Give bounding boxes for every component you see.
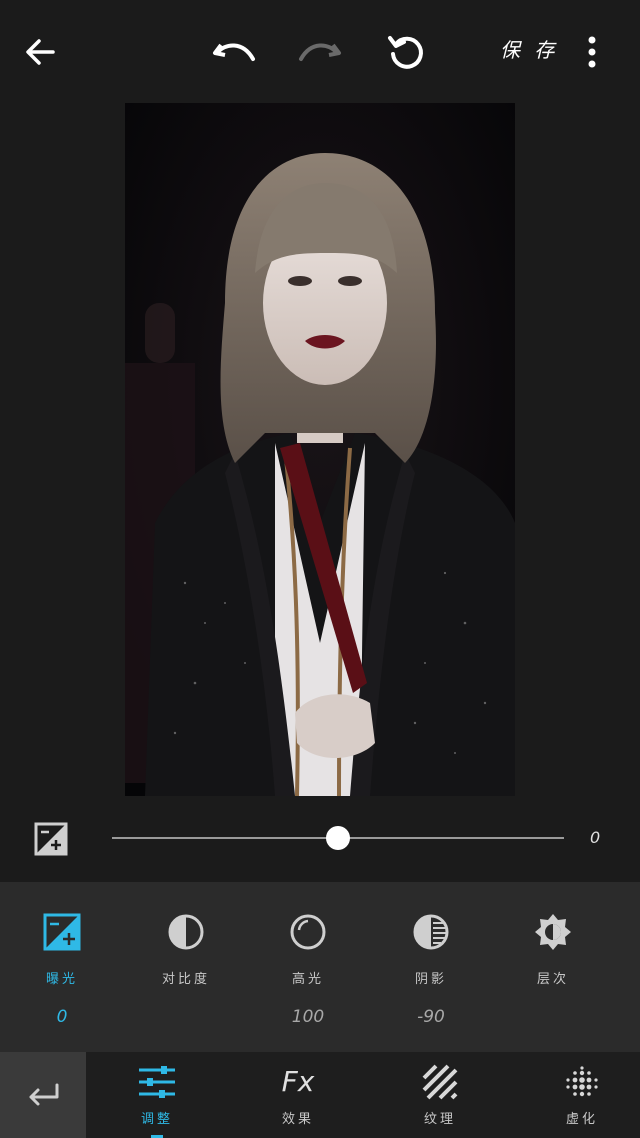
tool-label: 对比度	[161, 972, 210, 987]
tool-label: 曝光	[45, 972, 78, 987]
tab-texture[interactable]: 纹理	[385, 1052, 495, 1138]
redo-icon[interactable]	[296, 32, 344, 72]
tool-label: 层次	[536, 972, 569, 987]
bottom-nav: 调整 Fx 效果 纹理 虚化	[0, 1052, 640, 1138]
slider-handle[interactable]	[326, 826, 350, 850]
tool-label: 阴影	[414, 972, 447, 987]
undo-icon[interactable]	[210, 32, 258, 72]
photo-canvas[interactable]	[125, 103, 515, 796]
reset-icon[interactable]	[384, 30, 428, 74]
return-icon	[29, 1083, 59, 1106]
return-button[interactable]	[0, 1052, 86, 1138]
slider-value: 0	[590, 828, 601, 847]
exposure-icon	[43, 913, 81, 951]
adjustment-slider-row: 0	[0, 810, 640, 870]
tool-shadows[interactable]: 阴影 -90	[381, 912, 481, 1029]
tool-highlights[interactable]: 高光 100	[258, 912, 358, 1029]
contrast-icon	[168, 914, 204, 950]
fx-icon: Fx	[281, 1065, 315, 1098]
save-button[interactable]: 保 存	[500, 34, 558, 63]
tool-value: 100	[291, 1007, 325, 1027]
sliders-icon	[139, 1066, 175, 1098]
highlights-icon	[290, 914, 326, 950]
tab-effects[interactable]: Fx 效果	[243, 1052, 353, 1138]
tab-label: 调整	[140, 1112, 173, 1127]
tab-adjust[interactable]: 调整	[102, 1052, 212, 1138]
tool-levels[interactable]: 层次	[503, 912, 603, 1029]
brightness-icon	[535, 914, 571, 950]
tool-label: 高光	[291, 972, 324, 987]
tool-contrast[interactable]: 对比度	[136, 912, 236, 1029]
blur-dots-icon	[566, 1066, 598, 1097]
top-toolbar: 保 存	[0, 0, 640, 100]
tool-value	[503, 1007, 603, 1029]
tab-blur[interactable]: 虚化	[527, 1052, 637, 1138]
tab-label: 虚化	[565, 1112, 598, 1127]
shadows-icon	[413, 914, 449, 950]
texture-icon	[422, 1064, 458, 1100]
tool-exposure[interactable]: 曝光 0	[12, 912, 112, 1029]
tab-label: 效果	[281, 1112, 314, 1127]
tool-value: 0	[56, 1007, 68, 1027]
more-options-icon[interactable]	[580, 34, 604, 70]
adjust-tools-panel: 曝光 0 对比度 高光 100 阴影 -90 层次	[0, 882, 640, 1052]
tool-value	[136, 1007, 236, 1029]
exposure-icon	[34, 822, 68, 856]
tab-label: 纹理	[423, 1112, 456, 1127]
back-arrow-icon[interactable]	[20, 32, 60, 72]
tool-value: -90	[417, 1007, 445, 1027]
portrait-photo	[125, 103, 515, 796]
